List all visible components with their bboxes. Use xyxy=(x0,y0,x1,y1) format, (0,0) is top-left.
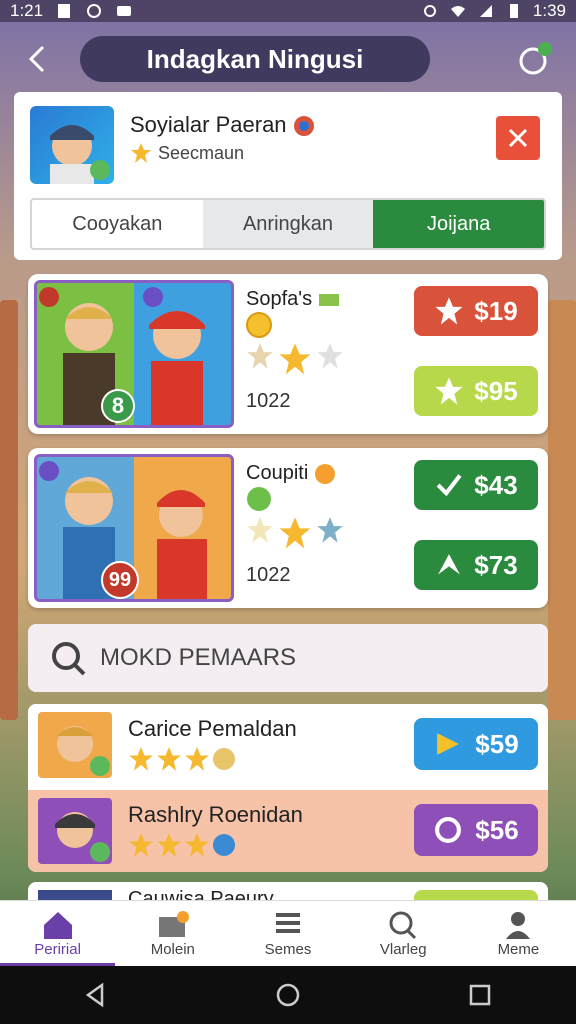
offer-count: 1022 xyxy=(246,390,291,412)
badge-icon xyxy=(293,116,314,137)
back-button[interactable] xyxy=(14,36,60,82)
row-rating xyxy=(128,832,236,858)
star-badge-icon xyxy=(131,143,151,163)
price-button[interactable]: $43 xyxy=(414,460,538,510)
tab-cooyakan[interactable]: Cooyakan xyxy=(32,200,203,248)
star-filled-icon xyxy=(279,517,311,549)
profile-avatar xyxy=(30,106,114,184)
tab-anringkan[interactable]: Anringkan xyxy=(202,200,374,248)
section-header: MOKD PEMAARS xyxy=(28,624,548,692)
profile-card: Soyialar Paeran Seecmaun Cooyakan Anring… xyxy=(14,92,562,260)
offer-title: Coupiti xyxy=(246,462,336,485)
star-filled-icon xyxy=(129,833,153,857)
search-icon xyxy=(52,642,86,676)
star-icon xyxy=(435,377,463,405)
signal-icon xyxy=(479,5,492,17)
edit-icon xyxy=(158,911,189,937)
nav-item-peririal[interactable]: Peririal xyxy=(0,901,115,966)
jersey-number-badge: 8 xyxy=(101,389,135,423)
list-card: Carice Pemaldan $59 Rashlry Roenidan $56 xyxy=(28,704,548,872)
check-icon xyxy=(436,474,462,497)
star-filled-icon xyxy=(129,747,153,771)
page-title: Indagkan Ningusi xyxy=(80,36,430,82)
offer-artwork: 99 xyxy=(34,454,234,602)
status-time-right: 1:39 xyxy=(532,1,566,20)
message-icon xyxy=(117,6,132,16)
row-avatar xyxy=(38,712,112,778)
clock-icon xyxy=(87,4,102,18)
close-button[interactable] xyxy=(496,116,540,160)
section-title: MOKD PEMAARS xyxy=(100,644,297,671)
profile-name: Soyialar Paeran xyxy=(130,112,315,138)
star-filled-icon xyxy=(157,747,181,771)
headset-icon xyxy=(519,42,552,75)
back-triangle-icon[interactable] xyxy=(82,981,110,1009)
tag-icon xyxy=(319,293,340,306)
price-button[interactable]: $19 xyxy=(414,286,538,336)
offer-rating xyxy=(246,342,344,376)
star-empty-icon xyxy=(317,517,343,543)
offer-count: 1022 xyxy=(246,564,291,586)
price-button[interactable]: $59 xyxy=(414,718,538,770)
star-filled-icon xyxy=(185,747,209,771)
status-time-left: 1:21 xyxy=(10,1,44,20)
tab-joijana[interactable]: Joijana xyxy=(373,200,544,248)
search-icon xyxy=(389,911,417,940)
battery-icon xyxy=(509,4,518,18)
gem-icon xyxy=(247,487,271,511)
bottom-nav: Peririal Molein Semes Vlarleg Meme xyxy=(0,900,576,967)
vibrate-icon xyxy=(423,5,436,17)
nav-item-molein[interactable]: Molein xyxy=(115,901,230,966)
app-header: Indagkan Ningusi xyxy=(14,26,562,92)
list-item[interactable]: Carice Pemaldan $59 xyxy=(28,704,548,786)
row-rating xyxy=(128,746,236,772)
jersey-number-badge: 99 xyxy=(101,561,139,599)
star-icon xyxy=(435,297,463,325)
home-circle-icon[interactable] xyxy=(274,981,302,1009)
offer-rating xyxy=(246,516,344,550)
star-empty-icon xyxy=(317,343,343,369)
row-avatar xyxy=(38,798,112,864)
nav-item-vlarleg[interactable]: Vlarleg xyxy=(346,901,461,966)
price-button[interactable]: $95 xyxy=(414,366,538,416)
list-icon xyxy=(276,913,300,933)
offer-coin xyxy=(246,486,272,517)
offer-card[interactable]: 99 Coupiti 1022 $43 $73 xyxy=(28,448,548,608)
star-filled-icon xyxy=(279,343,311,375)
tab-bar: Cooyakan Anringkan Joijana xyxy=(30,198,546,250)
profile-subtitle: Seecmaun xyxy=(130,142,244,164)
home-icon xyxy=(43,912,72,939)
star-filled-icon xyxy=(185,833,209,857)
system-nav-bar xyxy=(0,966,576,1024)
recents-square-icon[interactable] xyxy=(466,981,494,1009)
offer-title: Sopfa's xyxy=(246,288,340,311)
star-empty-icon xyxy=(247,343,273,369)
nav-item-meme[interactable]: Meme xyxy=(461,901,576,966)
offer-artwork: 8 xyxy=(34,280,234,428)
close-icon xyxy=(508,128,528,148)
file-icon xyxy=(58,4,71,18)
row-name: Rashlry Roenidan xyxy=(128,802,303,827)
refresh-icon xyxy=(435,817,462,843)
offer-coin xyxy=(246,312,272,343)
star-filled-icon xyxy=(157,833,181,857)
offer-card[interactable]: 8 Sopfa's 1022 $19 $95 xyxy=(28,274,548,434)
nav-item-semes[interactable]: Semes xyxy=(230,901,345,966)
price-button[interactable]: $73 xyxy=(414,540,538,590)
badge-icon xyxy=(213,748,235,770)
badge-icon xyxy=(213,834,235,856)
status-bar: 1:21 1:39 xyxy=(0,0,576,22)
coin-icon xyxy=(246,312,272,338)
support-button[interactable] xyxy=(512,36,558,82)
arrow-icon xyxy=(438,554,461,575)
row-name: Carice Pemaldan xyxy=(128,716,297,741)
star-empty-icon xyxy=(247,517,273,543)
wifi-icon xyxy=(450,6,465,17)
profile-icon xyxy=(506,912,531,939)
chevron-left-icon xyxy=(28,45,45,73)
price-button[interactable]: $56 xyxy=(414,804,538,856)
list-item[interactable]: Rashlry Roenidan $56 xyxy=(28,790,548,872)
emoji-icon xyxy=(315,463,336,484)
play-icon xyxy=(437,733,460,755)
